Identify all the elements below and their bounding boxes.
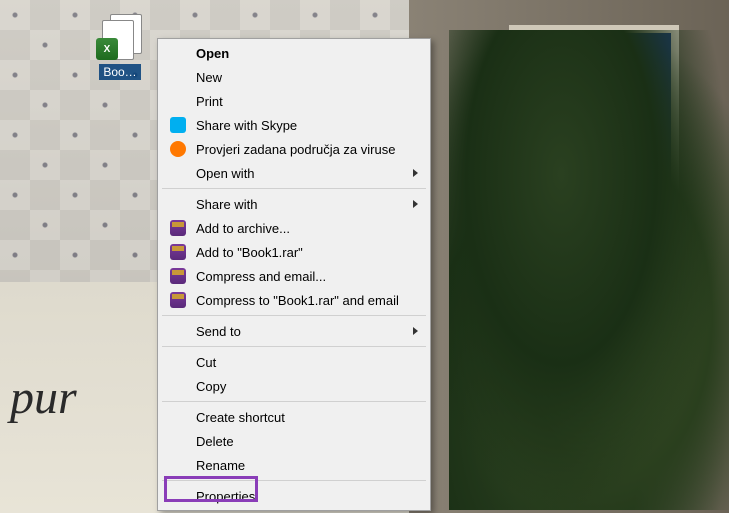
excel-file-icon: X: [96, 14, 144, 62]
menu-item-label: Copy: [196, 379, 400, 394]
menu-item-label: Properties: [196, 489, 400, 504]
blank-icon: [168, 67, 188, 87]
blank-icon: [168, 194, 188, 214]
desktop-file-icon[interactable]: X Boo…: [90, 14, 150, 80]
menu-item-compress-to-book1-rar-and-email[interactable]: Compress to "Book1.rar" and email: [160, 288, 428, 312]
menu-item-send-to[interactable]: Send to: [160, 319, 428, 343]
blank-icon: [168, 431, 188, 451]
menu-separator: [162, 315, 426, 316]
rar-icon: [168, 290, 188, 310]
avast-icon: [168, 139, 188, 159]
blank-icon: [168, 352, 188, 372]
menu-item-compress-and-email[interactable]: Compress and email...: [160, 264, 428, 288]
menu-item-label: Share with: [196, 197, 400, 212]
menu-item-label: Add to "Book1.rar": [196, 245, 400, 260]
menu-item-label: Open: [196, 46, 400, 61]
blank-icon: [168, 455, 188, 475]
context-menu: Open New Print Share with Skype Provjeri zad…: [157, 38, 431, 511]
menu-item-label: Delete: [196, 434, 400, 449]
menu-item-label: New: [196, 70, 400, 85]
menu-item-print[interactable]: Print: [160, 89, 428, 113]
blank-icon: [168, 486, 188, 506]
blank-icon: [168, 163, 188, 183]
menu-separator: [162, 346, 426, 347]
menu-item-add-to-archive[interactable]: Add to archive...: [160, 216, 428, 240]
blank-icon: [168, 91, 188, 111]
menu-item-new[interactable]: New: [160, 65, 428, 89]
menu-item-label: Share with Skype: [196, 118, 400, 133]
menu-item-open-with[interactable]: Open with: [160, 161, 428, 185]
submenu-arrow-icon: [413, 169, 418, 177]
menu-item-label: Cut: [196, 355, 400, 370]
blank-icon: [168, 376, 188, 396]
menu-item-label: Print: [196, 94, 400, 109]
menu-item-add-to-book1-rar[interactable]: Add to "Book1.rar": [160, 240, 428, 264]
menu-item-label: Send to: [196, 324, 400, 339]
menu-item-label: Add to archive...: [196, 221, 400, 236]
menu-item-copy[interactable]: Copy: [160, 374, 428, 398]
menu-item-delete[interactable]: Delete: [160, 429, 428, 453]
menu-item-provjeri-zadana-podru-ja-za-viruse[interactable]: Provjeri zadana područja za viruse: [160, 137, 428, 161]
desktop[interactable]: pur X Boo… Open New Print Share with Skype P…: [0, 0, 729, 513]
wallpaper-foliage: [449, 30, 729, 510]
rar-icon: [168, 218, 188, 238]
menu-item-cut[interactable]: Cut: [160, 350, 428, 374]
skype-icon: [168, 115, 188, 135]
menu-separator: [162, 188, 426, 189]
desktop-file-label: Boo…: [99, 64, 140, 80]
menu-item-create-shortcut[interactable]: Create shortcut: [160, 405, 428, 429]
menu-item-label: Create shortcut: [196, 410, 400, 425]
menu-item-rename[interactable]: Rename: [160, 453, 428, 477]
menu-item-label: Compress and email...: [196, 269, 400, 284]
menu-separator: [162, 480, 426, 481]
menu-item-label: Provjeri zadana područja za viruse: [196, 142, 400, 157]
menu-item-label: Rename: [196, 458, 400, 473]
menu-item-share-with[interactable]: Share with: [160, 192, 428, 216]
blank-icon: [168, 321, 188, 341]
menu-item-open[interactable]: Open: [160, 41, 428, 65]
menu-item-label: Open with: [196, 166, 400, 181]
menu-item-share-with-skype[interactable]: Share with Skype: [160, 113, 428, 137]
submenu-arrow-icon: [413, 327, 418, 335]
blank-icon: [168, 407, 188, 427]
rar-icon: [168, 242, 188, 262]
submenu-arrow-icon: [413, 200, 418, 208]
rar-icon: [168, 266, 188, 286]
menu-item-label: Compress to "Book1.rar" and email: [196, 293, 400, 308]
wallpaper-text: pur: [10, 370, 77, 425]
menu-separator: [162, 401, 426, 402]
menu-item-properties[interactable]: Properties: [160, 484, 428, 508]
blank-icon: [168, 43, 188, 63]
